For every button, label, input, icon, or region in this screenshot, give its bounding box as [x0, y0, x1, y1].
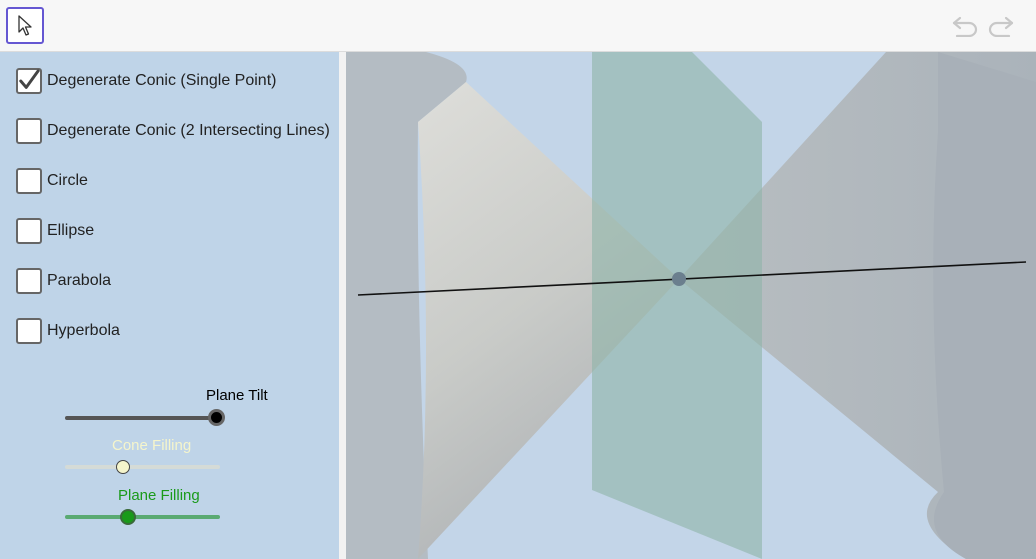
3d-scene [346, 52, 1036, 559]
checkbox-label: Circle [47, 172, 88, 189]
undo-icon [952, 16, 978, 37]
checkbox-box[interactable] [16, 168, 42, 194]
slider-track[interactable] [65, 416, 220, 420]
move-tool-button[interactable] [6, 7, 44, 44]
checkmark-icon [19, 69, 40, 89]
slider-track[interactable] [65, 465, 220, 469]
checkbox-ellipse[interactable]: Ellipse [16, 216, 94, 246]
toolbar [0, 0, 1036, 52]
graphics-view-3d[interactable] [346, 52, 1036, 559]
checkbox-label: Degenerate Conic (Single Point) [47, 72, 277, 89]
vertex-point [672, 272, 686, 286]
control-panel: Degenerate Conic (Single Point) Degenera… [0, 52, 339, 559]
plane-filling-label: Plane Filling [118, 487, 200, 504]
redo-icon [988, 16, 1014, 37]
checkbox-circle[interactable]: Circle [16, 166, 88, 196]
panel-divider[interactable] [339, 52, 346, 559]
redo-button[interactable] [986, 13, 1016, 39]
plane-tilt-label: Plane Tilt [206, 387, 268, 404]
checkbox-box[interactable] [16, 118, 42, 144]
right-cone-outer-shade [933, 52, 1036, 559]
checkbox-hyperbola[interactable]: Hyperbola [16, 316, 120, 346]
undo-button[interactable] [950, 13, 980, 39]
checkbox-box[interactable] [16, 68, 42, 94]
checkbox-single-point[interactable]: Degenerate Conic (Single Point) [16, 66, 276, 96]
checkbox-label: Parabola [47, 272, 112, 289]
checkbox-parabola[interactable]: Parabola [16, 266, 111, 296]
cutting-plane [592, 52, 762, 559]
cone-filling-label: Cone Filling [112, 437, 192, 454]
plane-tilt-thumb[interactable] [208, 409, 225, 426]
arrow-pointer-icon [18, 14, 32, 36]
slider-track[interactable] [65, 515, 220, 519]
checkbox-box[interactable] [16, 218, 42, 244]
checkbox-intersecting-lines[interactable]: Degenerate Conic (2 Intersecting Lines) [16, 116, 330, 146]
checkbox-box[interactable] [16, 318, 42, 344]
checkbox-label: Ellipse [47, 222, 95, 239]
checkbox-label: Hyperbola [47, 322, 120, 339]
plane-filling-thumb[interactable] [120, 509, 136, 525]
cone-filling-thumb[interactable] [116, 460, 130, 474]
checkbox-box[interactable] [16, 268, 42, 294]
checkbox-label: Degenerate Conic (2 Intersecting Lines) [47, 122, 330, 139]
